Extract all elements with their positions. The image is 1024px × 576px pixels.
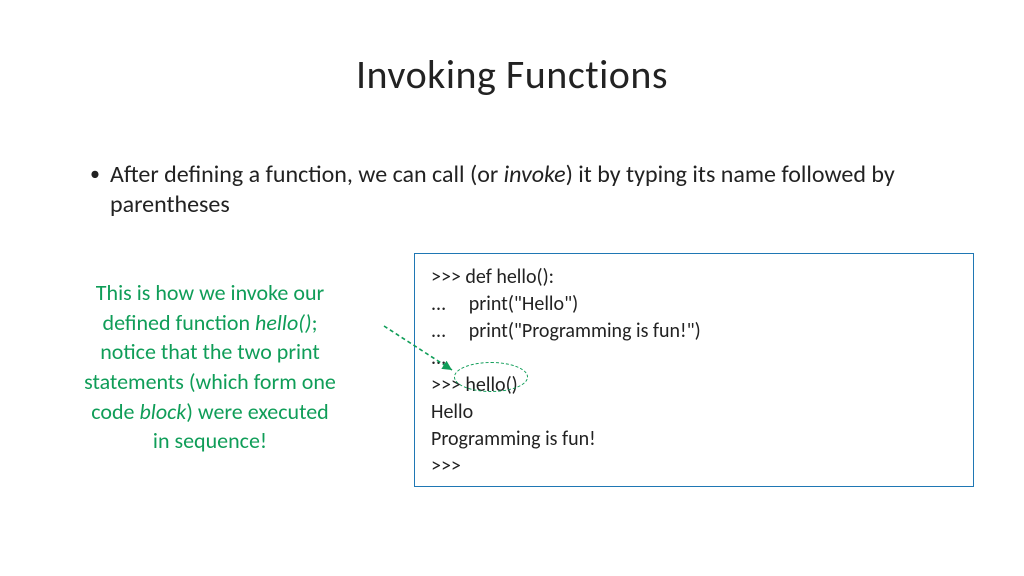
code-line-2: ... print("Hello") (431, 291, 957, 318)
code-line-8: >>> (431, 453, 957, 480)
annotation-l5a: code (91, 398, 139, 425)
code-line-6: Hello (431, 399, 957, 426)
slide-title: Invoking Functions (0, 0, 1024, 99)
annotation-line-2: defined function hello(); (38, 308, 382, 338)
code-box: >>> def hello(): ... print("Hello") ... … (414, 253, 974, 487)
bullet-dot: • (90, 160, 100, 188)
annotation-l2b: ; (312, 309, 318, 336)
code-line-1: >>> def hello(): (431, 264, 957, 291)
annotation-l5b: ) were executed (186, 398, 328, 425)
annotation-text: This is how we invoke our defined functi… (38, 278, 382, 456)
annotation-line-3: notice that the two print (38, 337, 382, 367)
bullet-italic: invoke (504, 160, 566, 189)
annotation-l2i: hello() (255, 309, 312, 336)
slide: Invoking Functions • After defining a fu… (0, 0, 1024, 576)
annotation-line-5: code block) were executed (38, 397, 382, 427)
bullet-item: • After defining a function, we can call… (90, 160, 964, 220)
code-line-3: ... print("Programming is fun!") (431, 318, 957, 345)
annotation-line-4: statements (which form one (38, 367, 382, 397)
bullet-text: After defining a function, we can call (… (110, 160, 964, 220)
annotation-line-1: This is how we invoke our (38, 278, 382, 308)
annotation-l2a: defined function (103, 309, 256, 336)
annotation-line-6: in sequence! (38, 426, 382, 456)
code-line-4: ... (431, 345, 957, 372)
bullet-pre: After defining a function, we can call (… (110, 160, 504, 189)
code-line-5: >>> hello() (431, 372, 957, 399)
annotation-l5i: block (139, 398, 186, 425)
code-line-7: Programming is fun! (431, 426, 957, 453)
